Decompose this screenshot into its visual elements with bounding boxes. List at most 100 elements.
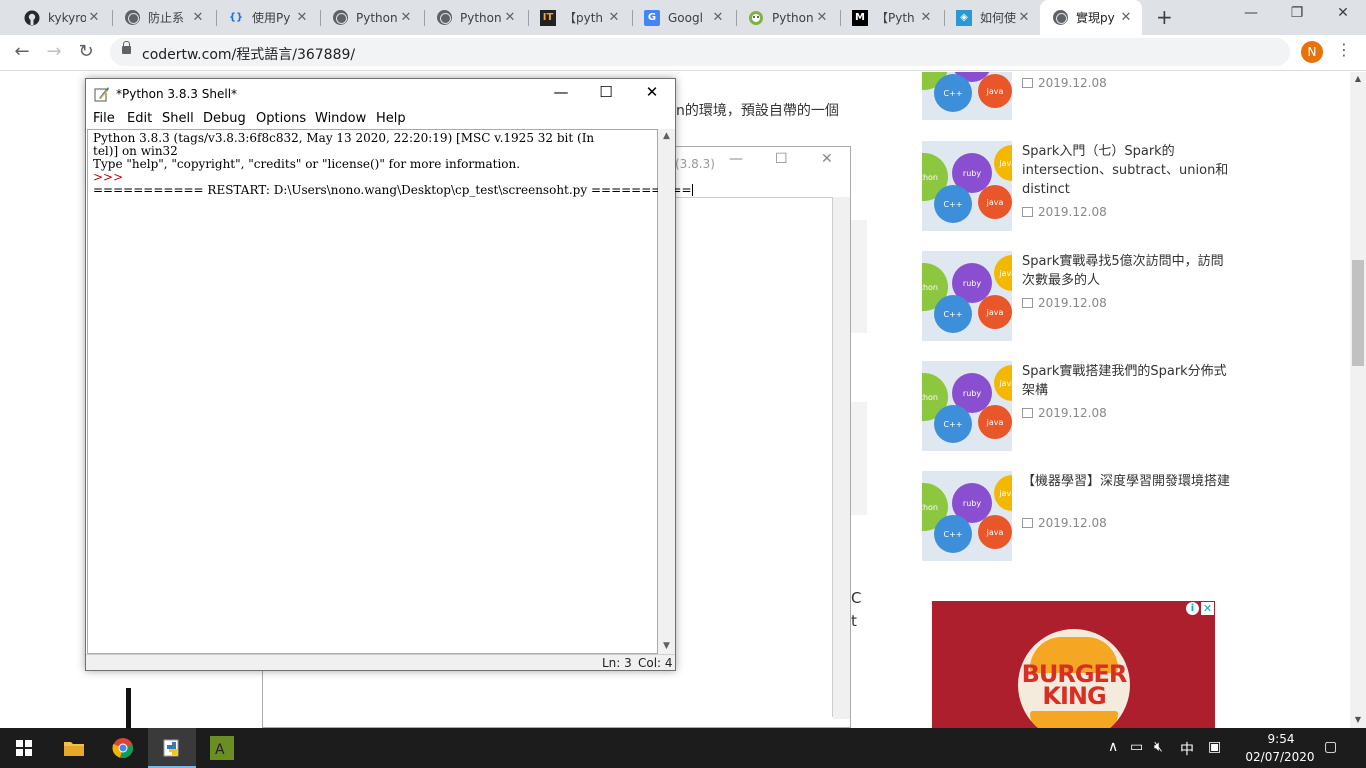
notification-icon[interactable]: ▢ <box>1324 739 1337 755</box>
minimize-button[interactable]: — <box>729 151 743 167</box>
calendar-icon <box>1022 78 1033 88</box>
tab-label: Python <box>460 10 502 25</box>
window-close-button[interactable]: ✕ <box>1320 5 1366 21</box>
tab-4[interactable]: Python ✕ <box>424 0 526 35</box>
close-icon[interactable]: ✕ <box>190 10 206 25</box>
shell-scrollbar[interactable]: ▲ ▼ <box>658 129 675 654</box>
menu-shell[interactable]: Shell <box>162 111 194 126</box>
post-title-link[interactable]: 【機器學習】深度學習開發環境搭建 <box>1022 472 1232 491</box>
forward-button[interactable]: → <box>42 41 66 62</box>
page-scrollbar[interactable] <box>1350 72 1366 728</box>
network-icon[interactable]: ▭ <box>1130 739 1143 755</box>
globe-icon <box>124 10 140 26</box>
app-icon[interactable]: A <box>198 728 246 768</box>
tab-8[interactable]: M 【Pyth ✕ <box>840 0 942 35</box>
scroll-up-arrow[interactable]: ▲ <box>1350 74 1366 83</box>
post-thumbnail[interactable]: pythonrubyjavascC++java <box>922 471 1012 561</box>
address-bar[interactable]: codertw.com/程式語言/367889/ ☆ <box>110 38 1290 66</box>
tab-9[interactable]: ◈ 如何使 ✕ <box>944 0 1040 35</box>
browser-tab-strip: kykyro ✕ 防止系 ✕ {} 使用Py ✕ Python ✕ Python… <box>0 0 1366 35</box>
close-icon[interactable]: ✕ <box>606 10 622 25</box>
windows-start-icon[interactable] <box>16 740 32 756</box>
post-title-link[interactable]: Spark實戰尋找5億次訪問中，訪問次數最多的人 <box>1022 252 1232 290</box>
clock-time[interactable]: 9:54 <box>1246 732 1316 746</box>
tab-1[interactable]: 防止系 ✕ <box>112 0 214 35</box>
ad-info-icon[interactable]: i <box>1186 602 1199 615</box>
page-scrollbar-thumb[interactable] <box>1352 260 1364 366</box>
code-block-edge <box>851 402 867 515</box>
maximize-button[interactable]: ☐ <box>775 151 788 167</box>
menu-icon[interactable]: ⋮ <box>1336 40 1352 59</box>
reload-button[interactable]: ↻ <box>74 41 98 62</box>
tab-5[interactable]: IT 【pyth ✕ <box>528 0 630 35</box>
python-shell-window[interactable]: *Python 3.8.3 Shell* — ☐ ✕ File Edit She… <box>85 78 693 671</box>
menu-options[interactable]: Options <box>256 111 306 126</box>
close-icon[interactable]: ✕ <box>1016 10 1032 25</box>
thumb-logo-javascript: javasc <box>994 255 1012 291</box>
menu-debug[interactable]: Debug <box>203 111 246 126</box>
burger-king-ad[interactable]: i ✕ BURGER KING <box>932 601 1215 728</box>
python-idle-taskbar-icon[interactable] <box>148 728 196 768</box>
tab-6[interactable]: G Googl ✕ <box>632 0 734 35</box>
minimize-button[interactable]: — <box>538 83 584 105</box>
globe-icon <box>332 10 348 26</box>
menu-edit[interactable]: Edit <box>127 111 152 126</box>
thumb-logo-cpp: C++ <box>934 74 972 112</box>
close-icon[interactable]: ✕ <box>1118 10 1134 25</box>
window-close-button[interactable]: ✕ <box>629 83 675 105</box>
menu-help[interactable]: Help <box>376 111 406 126</box>
profile-avatar[interactable]: N <box>1301 41 1323 63</box>
scroll-down-arrow[interactable]: ▼ <box>658 641 675 651</box>
post-thumbnail[interactable]: pythonrubyjavascC++java <box>922 141 1012 231</box>
post-title-link[interactable]: Spark實戰搭建我們的Spark分佈式架構 <box>1022 362 1232 400</box>
tab-2[interactable]: {} 使用Py ✕ <box>216 0 318 35</box>
tab-7[interactable]: Python ✕ <box>736 0 838 35</box>
thumb-logo-java: java <box>978 515 1012 549</box>
clock-date[interactable]: 02/07/2020 <box>1240 750 1320 764</box>
close-icon[interactable]: ✕ <box>814 10 830 25</box>
post-thumbnail[interactable]: pythonrubyjavascC++java <box>922 361 1012 451</box>
file-explorer-icon[interactable] <box>50 728 98 768</box>
back-button[interactable]: ← <box>10 41 34 62</box>
post-date: 2019.12.08 <box>1022 296 1107 310</box>
restart-line: =========== RESTART: D:\Users\nono.wang\… <box>93 183 692 197</box>
close-icon[interactable]: ✕ <box>710 10 726 25</box>
tab-label: 【pyth <box>564 11 604 25</box>
url-text[interactable]: codertw.com/程式語言/367889/ <box>142 44 355 64</box>
close-icon[interactable]: ✕ <box>502 10 518 25</box>
post-thumbnail[interactable]: pythonrubyjavascC++java <box>922 251 1012 341</box>
ad-close-icon[interactable]: ✕ <box>1201 602 1214 615</box>
scroll-up-arrow[interactable]: ▲ <box>658 131 675 141</box>
close-icon[interactable]: ✕ <box>294 10 310 25</box>
scroll-down-arrow[interactable]: ▼ <box>1350 715 1366 724</box>
thumb-logo-javascript: javasc <box>994 145 1012 181</box>
tab-0[interactable]: kykyro ✕ <box>12 0 110 35</box>
globe-icon <box>1052 10 1068 26</box>
close-icon[interactable]: ✕ <box>918 10 934 25</box>
chevron-up-icon[interactable]: ∧ <box>1108 739 1118 755</box>
code-block-edge <box>851 220 867 333</box>
info-line: Type "help", "copyright", "credits" or "… <box>93 157 521 171</box>
minimize-button[interactable]: — <box>1228 5 1274 21</box>
post-thumbnail[interactable]: pythonrubyjavascC++java <box>922 72 1012 120</box>
chrome-icon[interactable] <box>99 728 147 768</box>
restore-button[interactable]: ❐ <box>1274 5 1320 21</box>
shell-output[interactable]: Python 3.8.3 (tags/v3.8.3:6f8c832, May 1… <box>87 129 693 654</box>
post-title-link[interactable]: Spark入門（七）Spark的intersection、subtract、un… <box>1022 142 1232 199</box>
ime-mode-icon[interactable]: ▣ <box>1208 739 1221 755</box>
speaker-muted-icon[interactable]: 🔇︎ <box>1154 739 1163 755</box>
menu-window[interactable]: Window <box>315 111 366 126</box>
menu-file[interactable]: File <box>93 111 115 126</box>
editor-scrollbar[interactable] <box>833 197 850 719</box>
ime-indicator[interactable]: 中 <box>1180 739 1194 759</box>
window-close-button[interactable]: ✕ <box>821 151 833 167</box>
close-icon[interactable]: ✕ <box>86 10 102 25</box>
new-tab-button[interactable]: + <box>1156 5 1173 29</box>
close-icon[interactable]: ✕ <box>398 10 414 25</box>
tab-10-active[interactable]: 實現py ✕ <box>1040 0 1142 35</box>
maximize-button[interactable]: ☐ <box>583 83 629 105</box>
tab-3[interactable]: Python ✕ <box>320 0 422 35</box>
google-translate-icon: G <box>644 9 660 26</box>
github-icon <box>24 10 40 26</box>
shell-title-bar[interactable]: *Python 3.8.3 Shell* — ☐ ✕ <box>86 79 675 109</box>
